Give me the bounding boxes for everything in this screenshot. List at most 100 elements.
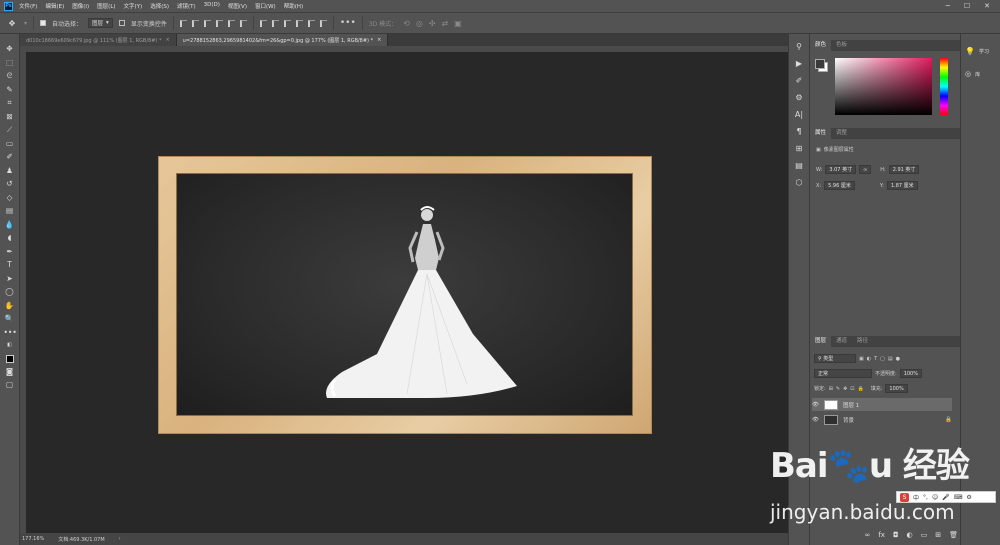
- marquee-tool-icon[interactable]: ⬚: [4, 58, 16, 68]
- menu-select[interactable]: 选择(S): [150, 2, 169, 10]
- horizontal-ruler[interactable]: [20, 46, 788, 52]
- ime-settings-icon[interactable]: ⚙: [966, 494, 971, 501]
- document-tab-2[interactable]: u=2788152863,2965981402&fm=26&gp=0.jpg @…: [176, 34, 389, 46]
- 3d-scale-icon[interactable]: ▣: [454, 19, 462, 28]
- tab-swatches[interactable]: 色板: [831, 40, 852, 51]
- document-tab-1[interactable]: d010c18669e609c679.jpg @ 111% (图层 1, RGB…: [20, 34, 177, 46]
- link-dimensions-icon[interactable]: ∞: [859, 165, 872, 174]
- lock-position-icon[interactable]: ✥: [843, 386, 847, 392]
- width-field[interactable]: 3.07 英寸: [825, 165, 857, 174]
- history-icon[interactable]: ⚲: [794, 42, 804, 52]
- actions-play-icon[interactable]: ▶: [794, 59, 804, 69]
- 3d-roll-icon[interactable]: ◎: [416, 19, 423, 28]
- hand-tool-icon[interactable]: ✋: [4, 301, 16, 311]
- quick-mask-icon[interactable]: ◙: [4, 367, 16, 377]
- tool-preset-dropdown-icon[interactable]: ▾: [24, 20, 27, 27]
- tab-properties[interactable]: 属性: [810, 128, 832, 139]
- align-bottom-icon[interactable]: [203, 19, 211, 27]
- foreground-color-swatch[interactable]: [815, 59, 825, 69]
- pen-tool-icon[interactable]: ✒: [4, 247, 16, 257]
- adjustments-icon[interactable]: ⚙: [794, 93, 804, 103]
- menu-edit[interactable]: 编辑(E): [45, 2, 64, 10]
- 3d-rotate-icon[interactable]: ⟲: [403, 19, 410, 28]
- menu-type[interactable]: 文字(Y): [124, 2, 143, 10]
- distribute-vcenter-icon[interactable]: [271, 19, 279, 27]
- tab-adjustments[interactable]: 调整: [831, 128, 852, 139]
- show-transform-checkbox[interactable]: [118, 20, 125, 26]
- tab-channels[interactable]: 通道: [831, 336, 852, 347]
- lock-all-icon[interactable]: 🔒: [858, 386, 864, 392]
- tab-layers[interactable]: 图层: [810, 336, 832, 347]
- lock-transparent-icon[interactable]: ⊞: [829, 386, 833, 392]
- distribute-bottom-icon[interactable]: [283, 19, 291, 27]
- filter-smart-icon[interactable]: ▤: [888, 356, 893, 362]
- link-layers-icon[interactable]: ∞: [865, 531, 871, 539]
- zoom-level[interactable]: 177.16%: [22, 536, 44, 542]
- menu-help[interactable]: 帮助(H): [284, 2, 303, 10]
- shape-tool-icon[interactable]: ◯: [4, 287, 16, 297]
- foreground-color-swatch[interactable]: [5, 354, 14, 363]
- ruler-tool-icon[interactable]: ▭: [4, 139, 16, 149]
- ime-mic-icon[interactable]: 🎤: [942, 494, 949, 501]
- library-item[interactable]: ◎ 库: [965, 70, 980, 78]
- menu-layer[interactable]: 图层(L): [97, 2, 115, 10]
- align-hcenter-icon[interactable]: [227, 19, 235, 27]
- type-tool-icon[interactable]: T: [4, 260, 16, 270]
- history-brush-icon[interactable]: ↺: [4, 179, 16, 189]
- opacity-field[interactable]: 100%: [899, 369, 922, 378]
- quick-select-tool-icon[interactable]: ✎: [4, 85, 16, 95]
- eraser-tool-icon[interactable]: ◇: [4, 193, 16, 203]
- close-icon[interactable]: ×: [165, 37, 169, 43]
- frame-tool-icon[interactable]: ⊠: [4, 112, 16, 122]
- color-picker-field[interactable]: [835, 58, 932, 115]
- align-top-icon[interactable]: [179, 19, 187, 27]
- tab-paths[interactable]: 路径: [852, 336, 873, 347]
- layer-filter-dropdown[interactable]: ⚲ 类型: [814, 354, 856, 363]
- ime-emoji-icon[interactable]: ☺: [932, 494, 938, 501]
- close-icon[interactable]: ×: [377, 37, 381, 43]
- visibility-eye-icon[interactable]: 👁: [812, 417, 819, 423]
- sogou-icon[interactable]: S: [900, 492, 909, 502]
- ime-language-label[interactable]: 中: [913, 493, 919, 502]
- maximize-button[interactable]: ☐: [964, 2, 970, 10]
- status-menu-arrow[interactable]: ›: [119, 536, 121, 542]
- layer-row-layer1[interactable]: 👁 图层 1: [812, 398, 952, 411]
- 3d-pan-icon[interactable]: ✣: [429, 19, 436, 28]
- ime-keyboard-icon[interactable]: ⌨: [954, 494, 963, 501]
- notes-icon[interactable]: ▤: [794, 161, 804, 171]
- distribute-right-icon[interactable]: [319, 19, 327, 27]
- more-tools-icon[interactable]: •••: [4, 328, 17, 338]
- learn-item[interactable]: 💡 学习: [965, 47, 989, 56]
- filter-type-icon[interactable]: T: [874, 356, 877, 362]
- filter-pixel-icon[interactable]: ▣: [859, 356, 864, 362]
- new-adjustment-icon[interactable]: ◐: [907, 531, 913, 539]
- minimize-button[interactable]: ─: [946, 2, 950, 10]
- lock-artboard-icon[interactable]: ⊡: [850, 386, 854, 392]
- brush-settings-icon[interactable]: ✐: [794, 76, 804, 86]
- clone-source-icon[interactable]: ⊞: [794, 144, 804, 154]
- stamp-tool-icon[interactable]: ♟: [4, 166, 16, 176]
- 3d-icon[interactable]: ⬡: [794, 178, 804, 188]
- lock-image-icon[interactable]: ✎: [836, 386, 840, 392]
- align-right-icon[interactable]: [239, 19, 247, 27]
- align-left-icon[interactable]: [215, 19, 223, 27]
- filter-shape-icon[interactable]: ▢: [880, 356, 885, 362]
- 3d-slide-icon[interactable]: ⇄: [442, 19, 449, 28]
- more-options-icon[interactable]: •••: [340, 18, 356, 28]
- blend-mode-dropdown[interactable]: 正常: [814, 369, 872, 378]
- brush-tool-icon[interactable]: ✐: [4, 152, 16, 162]
- y-field[interactable]: 1.87 厘米: [886, 181, 918, 190]
- ime-punct-icon[interactable]: °,: [923, 494, 928, 501]
- gradient-tool-icon[interactable]: ▤: [4, 206, 16, 216]
- new-layer-icon[interactable]: ⊞: [935, 531, 941, 539]
- new-group-icon[interactable]: ▭: [921, 531, 928, 539]
- align-vcenter-icon[interactable]: [191, 19, 199, 27]
- character-icon[interactable]: A|: [794, 110, 804, 120]
- menu-window[interactable]: 窗口(W): [255, 2, 276, 10]
- delete-layer-icon[interactable]: 🗑: [949, 531, 958, 539]
- menu-file[interactable]: 文件(F): [19, 2, 37, 10]
- move-tool-icon[interactable]: ✥: [6, 17, 18, 29]
- path-select-tool-icon[interactable]: ➤: [4, 274, 16, 284]
- hue-slider[interactable]: [940, 58, 948, 115]
- tab-color[interactable]: 颜色: [810, 40, 832, 51]
